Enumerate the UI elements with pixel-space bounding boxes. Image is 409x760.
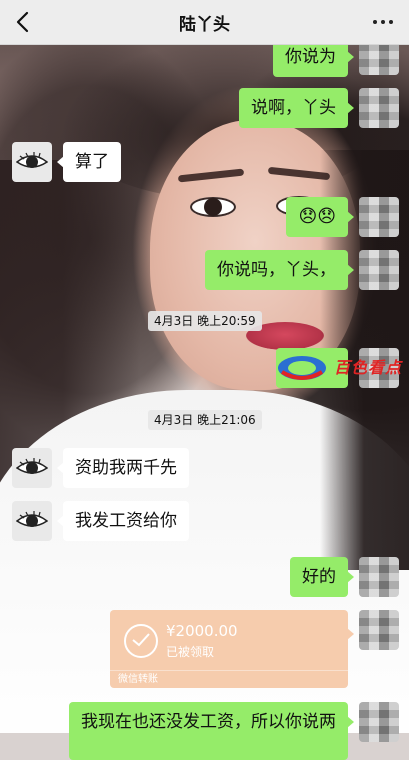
contact-avatar[interactable] — [12, 448, 52, 488]
message-bubble[interactable]: 你说吗，丫头， — [205, 250, 354, 290]
sticker-text: 百色看点 — [334, 358, 403, 377]
transfer-card[interactable]: ¥2000.00 已被领取 微信转账 — [110, 610, 354, 688]
my-avatar[interactable] — [359, 610, 399, 650]
back-button[interactable] — [10, 8, 38, 36]
message-bubble[interactable]: 好的 — [290, 557, 354, 597]
check-circle-icon — [124, 624, 158, 658]
message-bubble[interactable]: 😞😞 — [286, 197, 354, 237]
message-bubble[interactable]: 说啊，丫头 — [239, 88, 354, 128]
eye-icon — [16, 152, 48, 168]
chat-title: 陆丫头 — [179, 14, 230, 35]
timestamp: 4月3日 晚上21:06 — [148, 410, 262, 430]
chevron-left-icon — [16, 11, 29, 33]
transfer-amount: ¥2000.00 — [166, 622, 238, 640]
message-bubble[interactable]: 资助我两千先 — [57, 448, 189, 488]
message-bubble[interactable]: 我现在也还没发工资，所以你说两 — [69, 702, 354, 760]
eye-icon — [16, 511, 48, 527]
chat-header: 陆丫头 — [0, 0, 409, 45]
contact-avatar[interactable] — [12, 142, 52, 182]
message-list[interactable]: 你说为 说啊，丫头 算了 😞😞 你说吗，丫头， 4月3日 晚上20:59 百色看… — [0, 35, 409, 760]
transfer-footer: 微信转账 — [110, 670, 348, 688]
my-avatar[interactable] — [359, 702, 399, 742]
more-options-button[interactable] — [369, 8, 397, 36]
timestamp: 4月3日 晚上20:59 — [148, 311, 262, 331]
eye-icon — [16, 458, 48, 474]
contact-avatar[interactable] — [12, 501, 52, 541]
transfer-status: 已被领取 — [166, 645, 215, 659]
my-avatar[interactable] — [359, 250, 399, 290]
more-dots-icon — [373, 20, 377, 24]
message-bubble[interactable]: 算了 — [57, 142, 121, 182]
my-avatar[interactable] — [359, 197, 399, 237]
my-avatar[interactable] — [359, 557, 399, 597]
message-bubble[interactable]: 我发工资给你 — [57, 501, 189, 541]
my-avatar[interactable] — [359, 88, 399, 128]
